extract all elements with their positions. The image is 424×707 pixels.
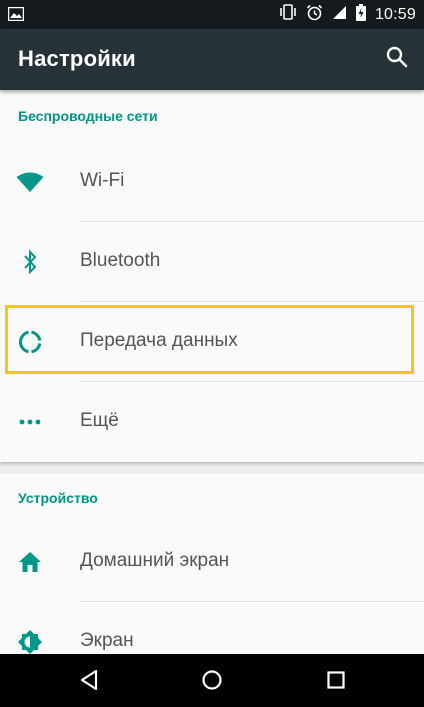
bluetooth-icon (16, 248, 44, 276)
signal-icon (332, 5, 347, 25)
device-section: Устройство Домашний экран Экран (0, 474, 424, 654)
settings-item-label: Ещё (80, 410, 119, 431)
battery-charging-icon (355, 3, 366, 26)
recents-icon[interactable] (326, 668, 346, 697)
status-bar: 10:59 (0, 0, 424, 29)
alarm-icon (306, 4, 323, 26)
search-icon[interactable] (386, 46, 408, 73)
settings-item-label: Экран (80, 630, 134, 651)
settings-item-wifi[interactable]: Wi-Fi (0, 142, 424, 222)
home-circle-icon[interactable] (201, 668, 223, 697)
more-icon (16, 408, 44, 436)
highlight-frame (5, 305, 414, 374)
settings-item-label: Wi-Fi (80, 170, 125, 191)
navigation-bar (0, 654, 424, 707)
settings-item-bluetooth[interactable]: Bluetooth (0, 222, 424, 302)
status-clock: 10:59 (374, 5, 416, 23)
settings-item-more[interactable]: Ещё (0, 382, 424, 462)
back-icon[interactable] (79, 668, 99, 697)
image-icon (7, 6, 25, 26)
settings-item-label: Bluetooth (80, 250, 161, 271)
section-gap (0, 462, 424, 474)
brightness-icon (16, 628, 44, 656)
wifi-icon (16, 168, 44, 196)
app-bar: Настройки (0, 29, 424, 90)
section-header: Устройство (18, 490, 98, 506)
wireless-networks-section: Беспроводные сети Wi-Fi Bluetooth Переда… (0, 90, 424, 462)
vibrate-icon (279, 4, 297, 25)
home-icon (16, 548, 44, 576)
settings-item-label: Домашний экран (80, 550, 230, 571)
section-header: Беспроводные сети (18, 108, 158, 124)
page-title: Настройки (18, 46, 136, 71)
settings-item-home-screen[interactable]: Домашний экран (0, 522, 424, 602)
